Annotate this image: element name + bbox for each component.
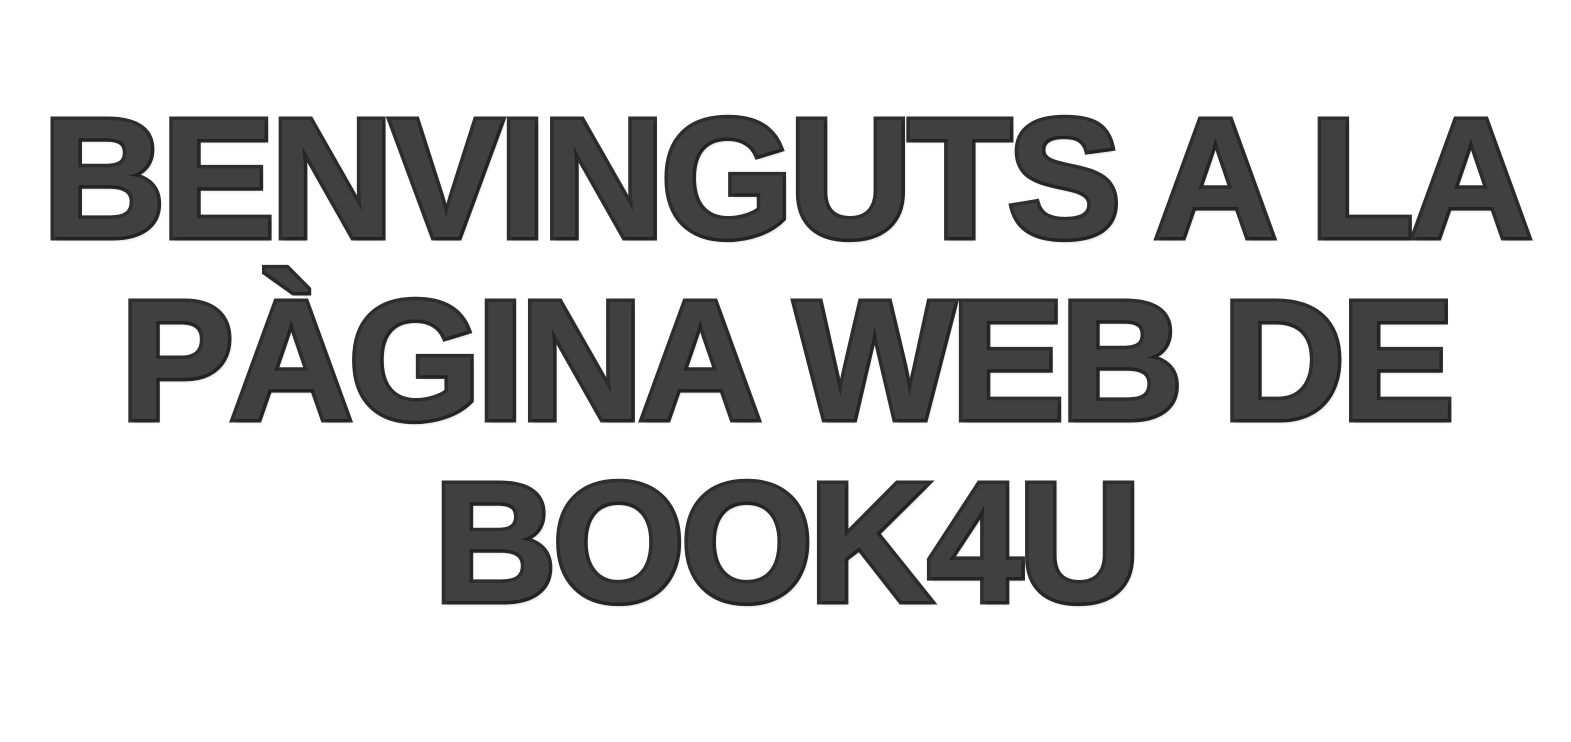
welcome-title-line-3: BOOK4U <box>430 448 1144 638</box>
welcome-banner: BENVINGUTS A LA PÀGINA WEB DE BOOK4U <box>0 0 1571 742</box>
welcome-title-line-1: BENVINGUTS A LA <box>39 84 1536 274</box>
welcome-title-line-2: PÀGINA WEB DE <box>117 266 1458 456</box>
